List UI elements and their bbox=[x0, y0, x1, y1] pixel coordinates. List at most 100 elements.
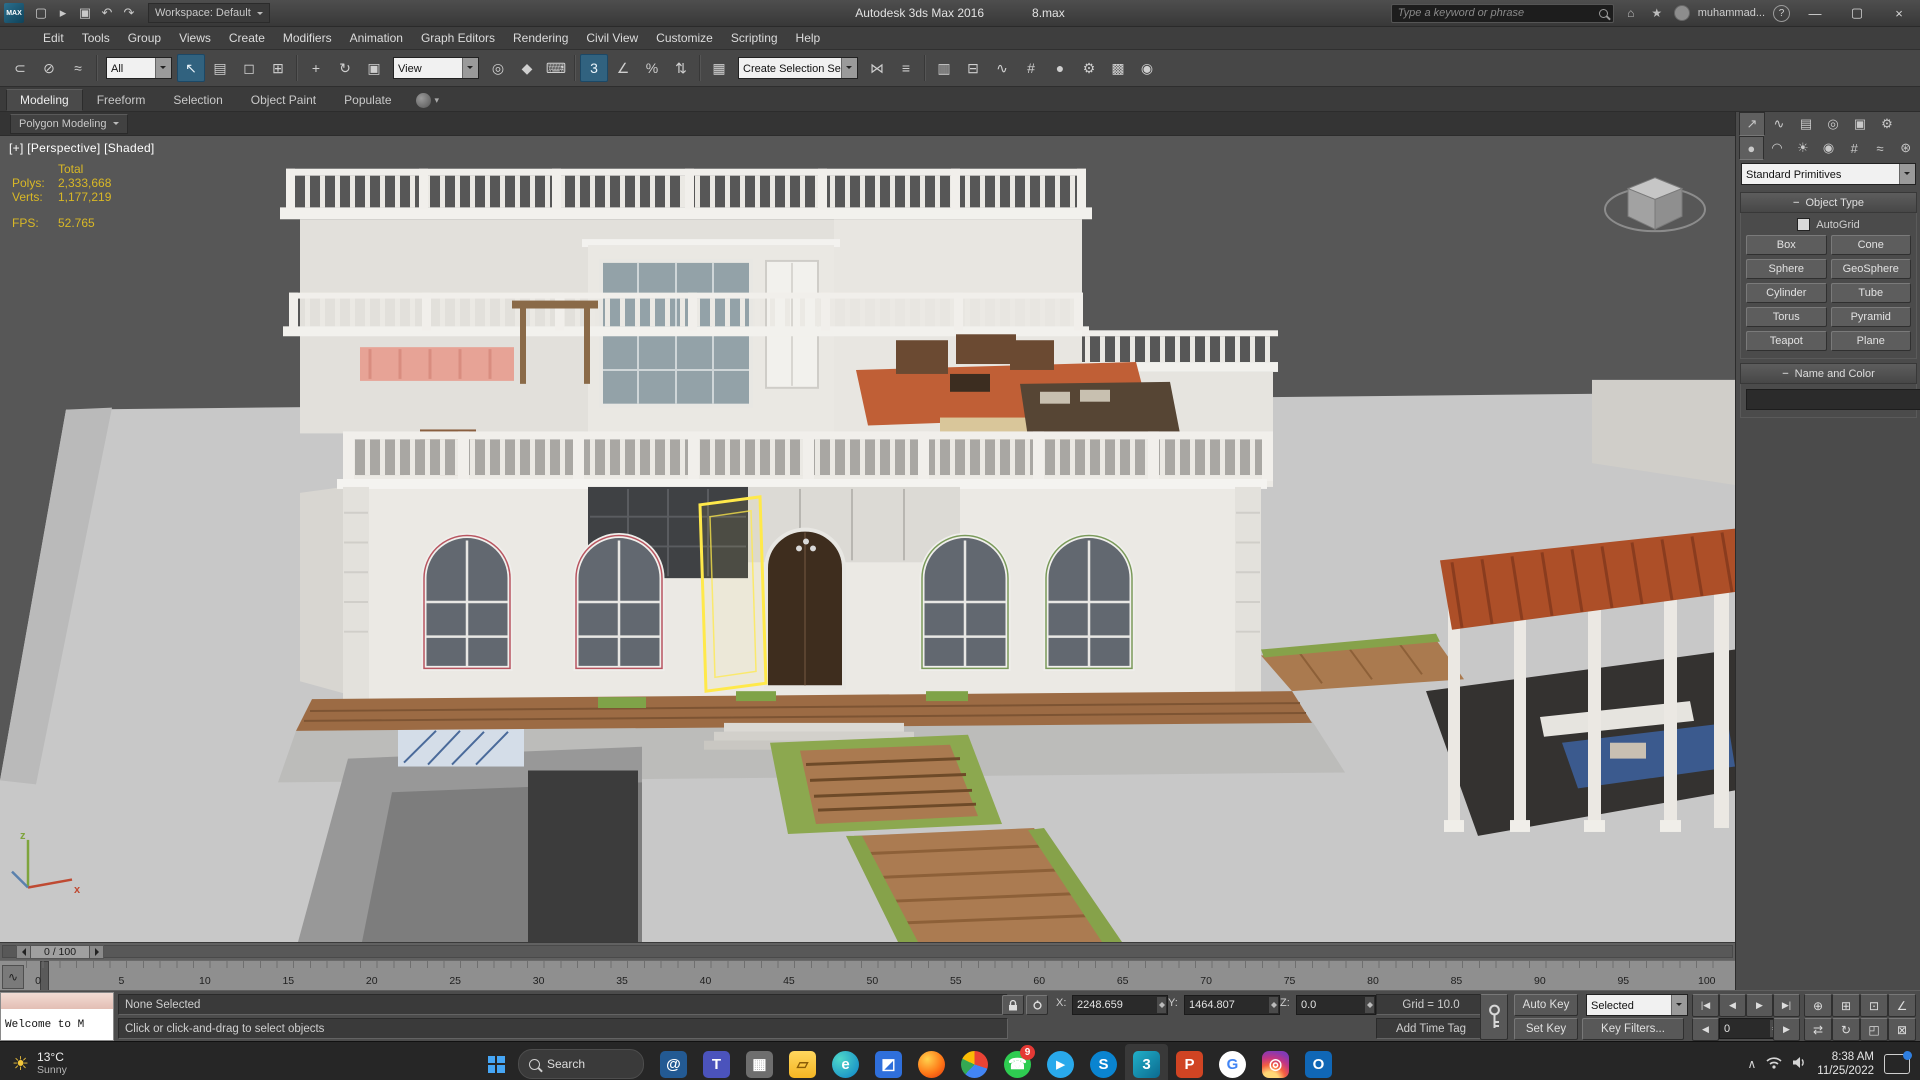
menu-graph-editors[interactable]: Graph Editors bbox=[412, 27, 504, 49]
menu-rendering[interactable]: Rendering bbox=[504, 27, 577, 49]
time-slider-track[interactable] bbox=[2, 945, 1733, 959]
welcome-window[interactable]: Welcome to M bbox=[0, 992, 114, 1041]
ribbon-config-icon[interactable] bbox=[415, 93, 431, 108]
taskbar-app-teams[interactable]: T bbox=[695, 1044, 738, 1080]
open-file-icon[interactable]: ▸ bbox=[52, 3, 74, 23]
key-filters-button[interactable]: Key Filters... bbox=[1582, 1018, 1684, 1040]
menu-create[interactable]: Create bbox=[220, 27, 274, 49]
previous-key-button[interactable]: ◀ bbox=[1692, 1018, 1719, 1041]
pan-icon[interactable]: ⇄ bbox=[1804, 1018, 1832, 1041]
rendered-frame-window-icon[interactable]: ▩ bbox=[1104, 54, 1132, 82]
create-tab-icon[interactable]: ↗ bbox=[1739, 112, 1765, 136]
ribbon-minimize-icon[interactable]: ▾ bbox=[435, 95, 440, 106]
tube-button[interactable]: Tube bbox=[1830, 283, 1911, 303]
menu-modifiers[interactable]: Modifiers bbox=[274, 27, 341, 49]
mini-curve-editor-icon[interactable]: ∿ bbox=[2, 965, 24, 990]
taskbar-app-firefox[interactable] bbox=[910, 1044, 953, 1080]
viewport-label[interactable]: [+] [Perspective] [Shaded] bbox=[9, 141, 155, 155]
track-bar[interactable]: ∿ 05 10 15 20 25 30 35 40 45 50 55 60 65 70 75 … bbox=[0, 960, 1735, 993]
max-application-menu-icon[interactable]: MAX bbox=[4, 3, 24, 23]
taskbar-app-powerpoint[interactable]: P bbox=[1168, 1044, 1211, 1080]
username-label[interactable]: muhammad... bbox=[1698, 7, 1765, 19]
set-key-button[interactable]: Set Key bbox=[1514, 1018, 1578, 1040]
plane-button[interactable]: Plane bbox=[1830, 331, 1911, 351]
teapot-button[interactable]: Teapot bbox=[1746, 331, 1827, 351]
menu-edit[interactable]: Edit bbox=[34, 27, 73, 49]
tab-freeform[interactable]: Freeform bbox=[83, 89, 160, 111]
menu-customize[interactable]: Customize bbox=[647, 27, 722, 49]
named-selection-set-dropdown[interactable]: Create Selection Se bbox=[738, 57, 858, 79]
zoom-region-icon[interactable]: ◰ bbox=[1860, 1018, 1888, 1041]
field-of-view-icon[interactable]: ∠ bbox=[1888, 994, 1916, 1017]
time-slider[interactable]: 0 / 100 bbox=[0, 942, 1735, 961]
taskbar-app-outlook[interactable]: O bbox=[1297, 1044, 1340, 1080]
name-and-color-rollout-header[interactable]: − Name and Color bbox=[1740, 363, 1917, 384]
taskbar-app-instagram[interactable]: ◎ bbox=[1254, 1044, 1297, 1080]
select-and-move-icon[interactable]: + bbox=[302, 54, 330, 82]
z-coordinate-field[interactable]: 0.0 bbox=[1296, 995, 1376, 1015]
spinner-icon[interactable] bbox=[1365, 997, 1374, 1013]
previous-frame-icon[interactable] bbox=[16, 945, 31, 959]
helpers-category-icon[interactable]: # bbox=[1842, 136, 1867, 160]
menu-scripting[interactable]: Scripting bbox=[722, 27, 787, 49]
systems-category-icon[interactable]: ⊛ bbox=[1893, 136, 1918, 160]
object-type-rollout-header[interactable]: − Object Type bbox=[1740, 192, 1917, 213]
unlink-selection-icon[interactable]: ⊘ bbox=[35, 54, 63, 82]
menu-animation[interactable]: Animation bbox=[341, 27, 412, 49]
redo-icon[interactable]: ↷ bbox=[118, 3, 140, 23]
weather-widget[interactable]: ☀ 13°C Sunny bbox=[0, 1051, 164, 1077]
geosphere-button[interactable]: GeoSphere bbox=[1830, 259, 1911, 279]
display-tab-icon[interactable]: ▣ bbox=[1847, 112, 1873, 136]
zoom-extents-icon[interactable]: ⊡ bbox=[1860, 994, 1888, 1017]
network-icon[interactable] bbox=[1766, 1056, 1782, 1072]
help-icon[interactable]: ? bbox=[1773, 4, 1790, 22]
taskbar-app-photos[interactable]: ◩ bbox=[867, 1044, 910, 1080]
polygon-modeling-panel-button[interactable]: Polygon Modeling bbox=[10, 113, 129, 134]
spinner-icon[interactable] bbox=[1269, 997, 1278, 1013]
taskbar-app-skype[interactable]: S bbox=[1082, 1044, 1125, 1080]
taskbar-app-store[interactable]: ▦ bbox=[738, 1044, 781, 1080]
save-file-icon[interactable]: ▣ bbox=[74, 3, 96, 23]
x-coordinate-field[interactable]: 2248.659 bbox=[1072, 995, 1168, 1015]
maximize-viewport-icon[interactable]: ⊠ bbox=[1888, 1018, 1916, 1041]
taskbar-app-google[interactable]: G bbox=[1211, 1044, 1254, 1080]
tab-populate[interactable]: Populate bbox=[330, 89, 405, 111]
zoom-icon[interactable]: ⊕ bbox=[1804, 994, 1832, 1017]
cone-button[interactable]: Cone bbox=[1830, 235, 1911, 255]
selection-lock-icon[interactable] bbox=[1002, 995, 1024, 1015]
keyboard-override-icon[interactable]: ⌨ bbox=[542, 54, 570, 82]
torus-button[interactable]: Torus bbox=[1746, 307, 1827, 327]
restore-button[interactable]: ▢ bbox=[1840, 2, 1874, 24]
percent-snap-icon[interactable]: % bbox=[638, 54, 666, 82]
select-and-link-icon[interactable]: ⊂ bbox=[6, 54, 34, 82]
menu-civil-view[interactable]: Civil View bbox=[577, 27, 647, 49]
rectangular-selection-region-icon[interactable]: ◻ bbox=[235, 54, 263, 82]
user-avatar[interactable] bbox=[1673, 5, 1690, 21]
primitive-category-dropdown[interactable]: Standard Primitives bbox=[1741, 163, 1916, 185]
space-warps-category-icon[interactable]: ≈ bbox=[1868, 136, 1893, 160]
tab-object-paint[interactable]: Object Paint bbox=[237, 89, 330, 111]
menu-tools[interactable]: Tools bbox=[73, 27, 119, 49]
use-center-icon[interactable]: ◎ bbox=[484, 54, 512, 82]
cylinder-button[interactable]: Cylinder bbox=[1746, 283, 1827, 303]
set-keys-button[interactable] bbox=[1480, 994, 1508, 1040]
keyword-search-input[interactable] bbox=[1390, 3, 1614, 23]
autogrid-checkbox[interactable] bbox=[1797, 218, 1811, 231]
spinner-icon[interactable] bbox=[1157, 997, 1166, 1013]
minimize-button[interactable]: — bbox=[1798, 2, 1832, 24]
tab-modeling[interactable]: Modeling bbox=[6, 89, 83, 111]
taskbar-app-file-explorer[interactable]: ▱ bbox=[781, 1044, 824, 1080]
object-name-input[interactable] bbox=[1746, 389, 1920, 410]
next-key-button[interactable]: ▶ bbox=[1773, 1018, 1800, 1041]
edit-named-selection-sets-icon[interactable]: ▦ bbox=[705, 54, 733, 82]
workspace-dropdown[interactable]: Workspace: Default bbox=[148, 3, 270, 23]
close-button[interactable]: × bbox=[1882, 2, 1916, 24]
orbit-icon[interactable]: ↻ bbox=[1832, 1018, 1860, 1041]
welcome-window-titlebar[interactable] bbox=[1, 993, 113, 1009]
action-center-icon[interactable] bbox=[1884, 1051, 1912, 1074]
current-frame-field[interactable]: 0 bbox=[1719, 1018, 1781, 1039]
zoom-all-icon[interactable]: ⊞ bbox=[1832, 994, 1860, 1017]
menu-help[interactable]: Help bbox=[787, 27, 830, 49]
pyramid-button[interactable]: Pyramid bbox=[1830, 307, 1911, 327]
render-setup-icon[interactable]: ⚙ bbox=[1075, 54, 1103, 82]
